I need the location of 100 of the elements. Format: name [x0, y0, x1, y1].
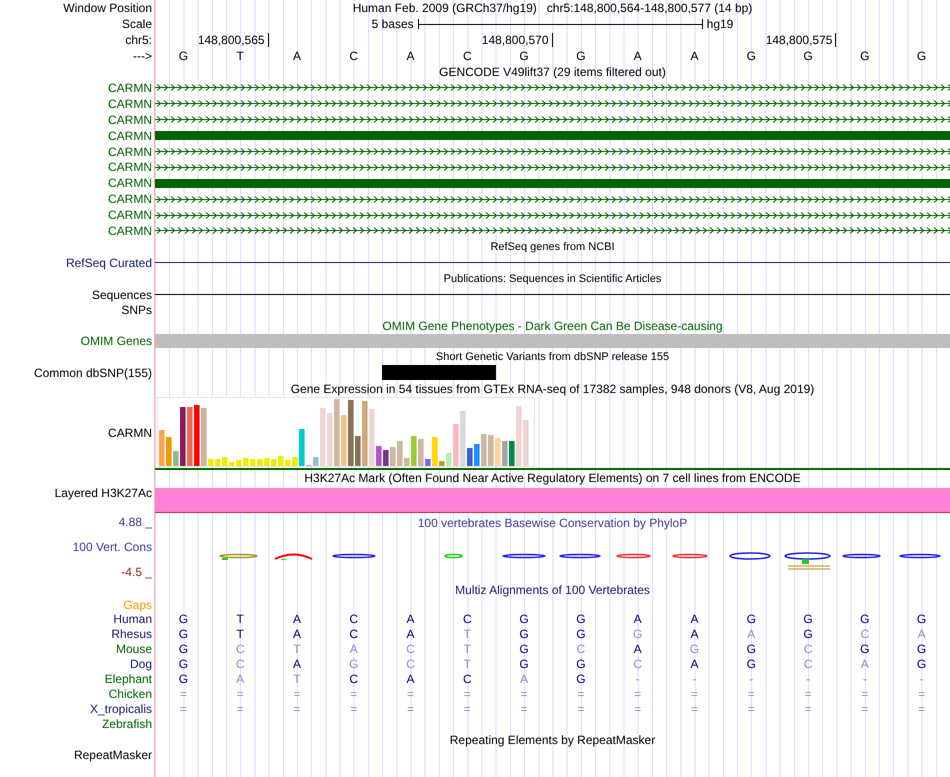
alignment-base: G [916, 642, 926, 656]
alignment-base: G [576, 672, 586, 686]
alignment-base: T [236, 627, 244, 642]
alignment-base: A [690, 657, 698, 672]
gene-label[interactable]: CARMN [108, 144, 152, 158]
position-tick: 148,800,565 [198, 33, 269, 47]
alignment-base: T [464, 627, 471, 642]
alignment-base: C [804, 657, 812, 672]
alignment-base: = [407, 687, 414, 702]
alignment-base: C [236, 642, 244, 656]
track-label: Common dbSNP(155) [34, 366, 152, 380]
gene-label[interactable]: CARMN [108, 176, 152, 190]
alignment-base: G [178, 672, 188, 686]
signal-density-bar[interactable] [155, 488, 950, 513]
expression-bar[interactable] [383, 450, 389, 466]
base-letter: G [576, 49, 586, 63]
position-tick: 148,800,575 [766, 33, 836, 47]
gene-label[interactable]: CARMN [108, 80, 152, 95]
alignment-base: A [406, 672, 415, 686]
alignment-base: C [462, 612, 472, 626]
track-title: RefSeq genes from NCBI [490, 240, 615, 253]
expression-bar[interactable] [509, 440, 515, 466]
alignment-base: = [180, 702, 187, 716]
expression-bar[interactable] [348, 400, 354, 466]
alignment-base: - [636, 672, 640, 686]
alignment-base: - [920, 672, 924, 686]
expression-bar[interactable] [355, 436, 361, 466]
alignment-base: G [519, 627, 529, 642]
track-title: Repeating Elements by RepeatMasker [450, 732, 656, 747]
expression-bar-chart[interactable] [157, 396, 535, 467]
track-title: OMIM Gene Phenotypes - Dark Green Can Be Disease-causing [382, 318, 723, 333]
base-letter: G [860, 49, 870, 63]
expression-bar[interactable] [467, 448, 473, 466]
base-letter: G [916, 49, 926, 63]
alignment-base: C [804, 642, 812, 656]
alignment-base: G [746, 642, 756, 656]
species-label: Dog [130, 657, 152, 672]
track-title: H3K27Ac Mark (Often Found Near Active Regulatory Elements) on 7 cell lines from ENCODE [304, 470, 801, 485]
phenotype-bar[interactable] [155, 334, 950, 348]
gene-label[interactable]: CARMN [108, 96, 152, 111]
alignment-base: A [690, 612, 698, 626]
assembly-text: hg19 [706, 17, 734, 31]
track-label: Window Position [63, 1, 152, 15]
base-letter: C [349, 49, 358, 63]
alignment-base: = [690, 687, 698, 702]
track-title: 100 vertebrates Basewise Conservation by PhyloP [418, 516, 688, 530]
gene-label[interactable]: CARMN [108, 224, 152, 238]
alignment-base: G [178, 642, 188, 656]
base-letter: G [803, 49, 813, 63]
alignment-base: A [236, 672, 244, 686]
alignment-base: G [803, 627, 813, 642]
expression-bar[interactable] [376, 446, 382, 466]
track-label: RefSeq Curated [66, 256, 152, 270]
track-label: chr5: [125, 33, 152, 47]
alignment-base: G [576, 657, 586, 672]
gene-label[interactable]: CARMN [108, 192, 152, 206]
alignment-base: = [918, 687, 926, 702]
gene-exon-bar[interactable] [155, 178, 950, 188]
alignment-base: A [747, 627, 756, 642]
alignment-base: - [862, 672, 867, 686]
expression-bar[interactable] [180, 406, 186, 466]
track-label: Scale [122, 17, 152, 31]
variant-block[interactable] [382, 365, 439, 380]
alignment-base: A [292, 627, 301, 642]
species-label: Human [113, 612, 152, 626]
expression-bar[interactable] [425, 458, 431, 466]
alignment-base: C [349, 627, 358, 642]
alignment-base: = [520, 702, 528, 716]
base-letter: A [406, 49, 415, 63]
alignment-base: = [350, 687, 358, 702]
track-label: RepeatMasker [74, 748, 152, 762]
gene-exon-bar[interactable] [155, 131, 950, 140]
alignment-base: G [860, 642, 870, 656]
gene-label[interactable]: CARMN [108, 208, 152, 222]
species-label: Mouse [116, 642, 152, 656]
base-letter: G [178, 49, 188, 63]
alignment-base: T [464, 642, 471, 656]
gene-label[interactable]: CARMN [108, 160, 152, 174]
track-title: Multiz Alignments of 100 Vertebrates [455, 582, 650, 597]
alignment-base: = [464, 687, 471, 702]
alignment-base: C [860, 627, 870, 642]
track-label: Sequences [92, 288, 152, 302]
variant-block[interactable] [438, 365, 496, 380]
alignment-base: C [349, 672, 358, 686]
alignment-base: A [350, 642, 358, 656]
expression-bar[interactable] [474, 444, 480, 466]
track-title: Gene Expression in 54 tissues from GTEx RNA-seq of 17382 samples, 948 donors (V8, Aug 2019) [290, 382, 814, 396]
alignment-base: G [860, 612, 870, 626]
base-letter: A [292, 49, 301, 63]
alignment-base: A [406, 612, 415, 626]
axis-min-label: -4.5 _ [121, 564, 152, 579]
alignment-base: G [746, 657, 756, 672]
track-label: OMIM Genes [80, 334, 152, 348]
alignment-base: C [462, 672, 472, 686]
alignment-base: G [576, 612, 586, 626]
alignment-base: = [918, 702, 926, 716]
alignment-base: = [464, 702, 471, 716]
gene-label[interactable]: CARMN [108, 128, 152, 143]
gene-label[interactable]: CARMN [108, 112, 152, 127]
alignment-base: G [746, 612, 756, 626]
